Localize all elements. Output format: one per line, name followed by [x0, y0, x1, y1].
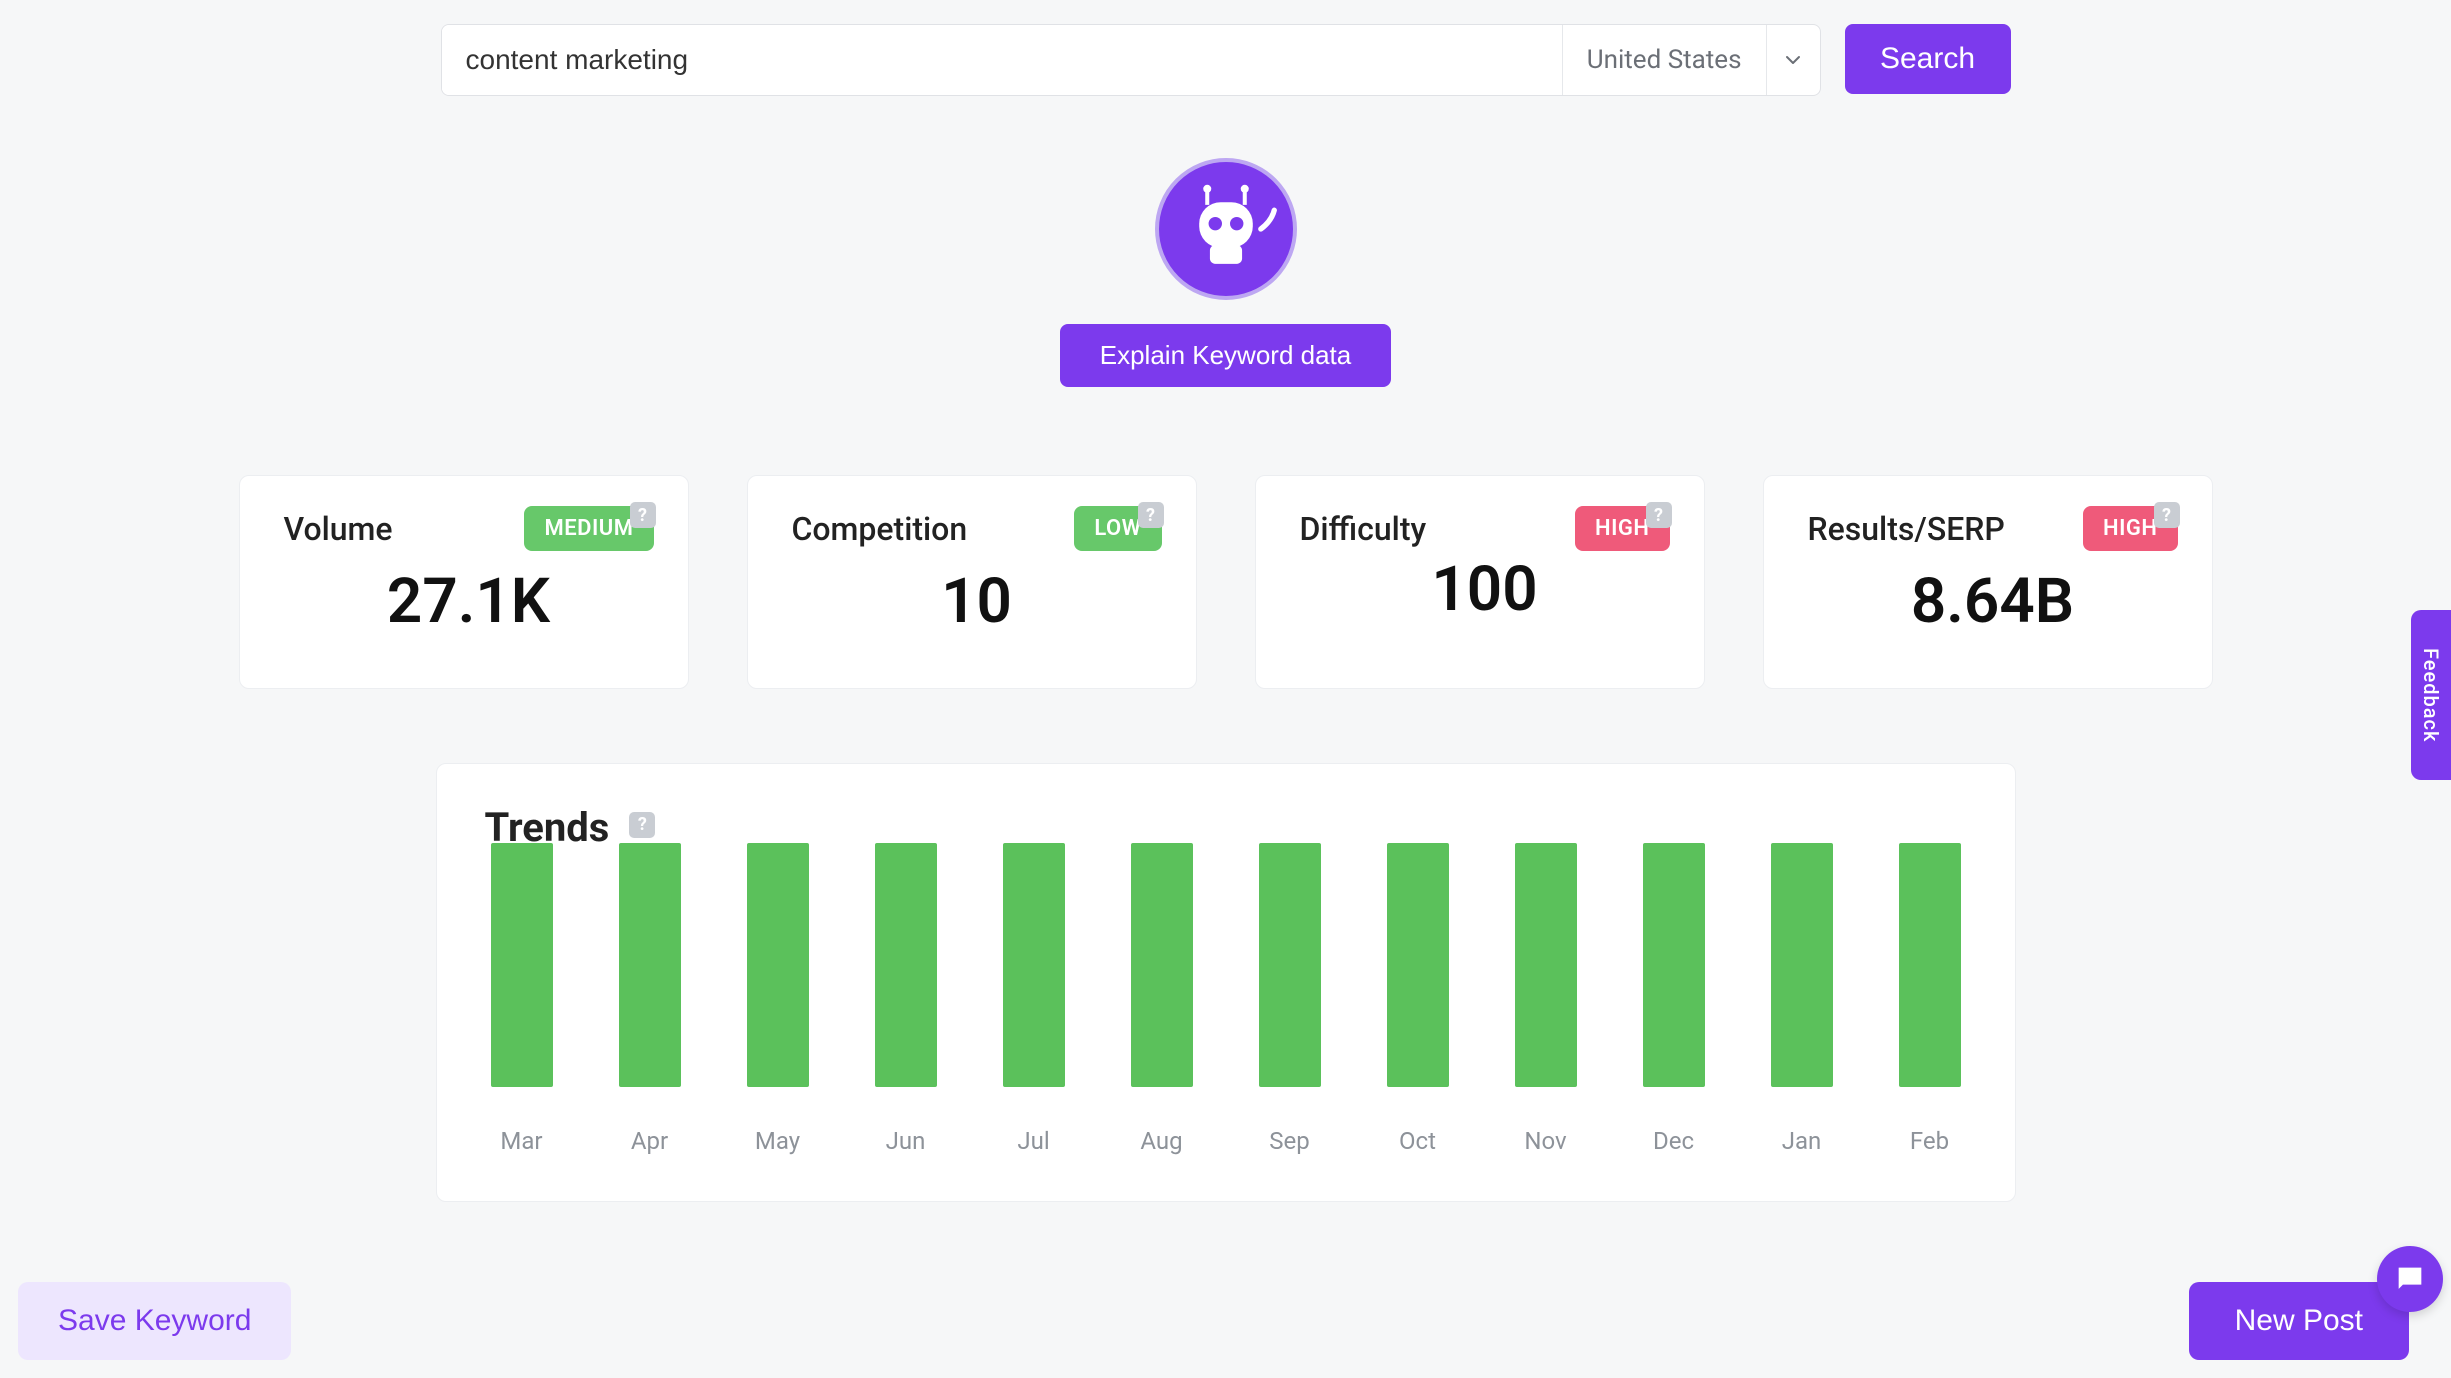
help-icon[interactable]: ?: [1646, 502, 1672, 528]
trend-bar: Nov: [1515, 843, 1577, 1155]
trend-bar: Jul: [1003, 843, 1065, 1155]
robot-avatar-icon: [1155, 158, 1297, 300]
metric-card-volume: Volume MEDIUM ? 27.1K: [239, 475, 689, 689]
bar-label: Jan: [1782, 1127, 1822, 1155]
chevron-down-icon[interactable]: [1766, 25, 1820, 95]
trend-bar: Mar: [491, 843, 553, 1155]
bar-label: Aug: [1140, 1127, 1182, 1155]
bar-label: Oct: [1399, 1127, 1436, 1155]
bar-label: Feb: [1910, 1127, 1949, 1155]
trend-bar: Apr: [619, 843, 681, 1155]
bar-icon: [1131, 843, 1193, 1087]
metric-card-difficulty: Difficulty HIGH ? 100: [1255, 475, 1705, 689]
bar-label: Mar: [500, 1127, 542, 1155]
bar-icon: [1899, 843, 1961, 1087]
bar-label: May: [755, 1127, 800, 1155]
metric-title: Difficulty: [1300, 510, 1427, 548]
bar-icon: [875, 843, 937, 1087]
bar-icon: [1771, 843, 1833, 1087]
keyword-input[interactable]: [442, 25, 1562, 95]
bar-icon: [1643, 843, 1705, 1087]
explain-keyword-button[interactable]: Explain Keyword data: [1060, 324, 1391, 387]
metric-value: 8.64B: [1808, 565, 2178, 638]
search-bar: United States Search: [0, 0, 2451, 96]
metric-value: 100: [1300, 553, 1670, 626]
help-icon[interactable]: ?: [1138, 502, 1164, 528]
trend-bar: May: [747, 843, 809, 1155]
trend-bar: Aug: [1131, 843, 1193, 1155]
metric-card-competition: Competition LOW ? 10: [747, 475, 1197, 689]
metric-card-results: Results/SERP HIGH ? 8.64B: [1763, 475, 2213, 689]
bar-label: Sep: [1269, 1127, 1309, 1155]
save-keyword-button[interactable]: Save Keyword: [18, 1282, 291, 1360]
trend-bar: Oct: [1387, 843, 1449, 1155]
trends-panel: Trends ? MarAprMayJunJulAugSepOctNovDecJ…: [436, 763, 2016, 1202]
bar-label: Dec: [1653, 1127, 1694, 1155]
bar-icon: [1259, 843, 1321, 1087]
bar-label: Jun: [886, 1127, 926, 1155]
bar-label: Nov: [1524, 1127, 1566, 1155]
feedback-tab[interactable]: Feedback: [2411, 610, 2451, 780]
metrics-row: Volume MEDIUM ? 27.1K Competition LOW ? …: [0, 475, 2451, 689]
bar-icon: [747, 843, 809, 1087]
metric-value: 10: [792, 565, 1162, 638]
trend-bar: Sep: [1259, 843, 1321, 1155]
country-label: United States: [1563, 45, 1766, 75]
bar-icon: [1387, 843, 1449, 1087]
explain-section: Explain Keyword data: [0, 158, 2451, 387]
help-icon[interactable]: ?: [629, 812, 655, 838]
chat-launcher-icon[interactable]: [2377, 1246, 2443, 1312]
trend-bar: Jun: [875, 843, 937, 1155]
trend-bar: Dec: [1643, 843, 1705, 1155]
bar-label: Jul: [1017, 1127, 1049, 1155]
bar-icon: [1515, 843, 1577, 1087]
trend-bar: Feb: [1899, 843, 1961, 1155]
bar-icon: [619, 843, 681, 1087]
search-group: United States: [441, 24, 1821, 96]
metric-title: Volume: [284, 510, 393, 548]
help-icon[interactable]: ?: [630, 502, 656, 528]
metric-value: 27.1K: [284, 565, 654, 638]
bar-icon: [1003, 843, 1065, 1087]
bar-icon: [491, 843, 553, 1087]
bar-label: Apr: [631, 1127, 668, 1155]
trend-bar: Jan: [1771, 843, 1833, 1155]
trends-chart: Mar Apr May Jun Jul Aug Sep Oct Nov Dec Jan Feb: [485, 911, 1967, 1155]
country-select[interactable]: United States: [1562, 25, 1820, 95]
metric-title: Competition: [792, 510, 968, 548]
search-button[interactable]: Search: [1845, 24, 2011, 94]
metric-title: Results/SERP: [1808, 510, 2005, 548]
new-post-button[interactable]: New Post: [2189, 1282, 2409, 1360]
help-icon[interactable]: ?: [2154, 502, 2180, 528]
